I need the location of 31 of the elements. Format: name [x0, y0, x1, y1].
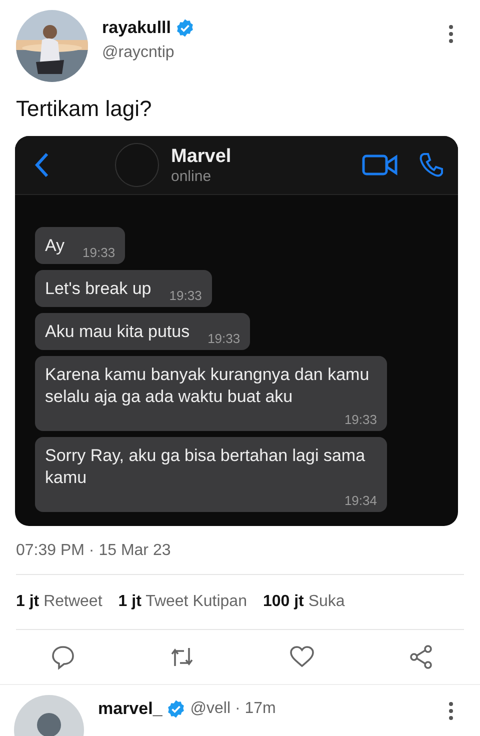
message-text: Let's break up [45, 278, 152, 300]
message-text: Karena kamu banyak kurangnya dan kamu selalu aja ga ada waktu buat aku [45, 364, 370, 408]
contact-status: online [171, 168, 212, 184]
tweet-text: Tertikam lagi? [15, 95, 153, 122]
stat-count[interactable]: 1 jt Tweet Kutipan [118, 593, 247, 611]
chat-screenshot[interactable]: Marvel online Ay 19:33 Let's break up 19:33 Aku mau kita putus 19:33 Karena kamu banyak kurangnya dan kamu selalu aja ga ada waktu buat aku 19:33 Sorry Ray, aku ga bisa bertahan lagi sama kamu 19:34 [15, 136, 458, 526]
heart-icon[interactable] [288, 644, 315, 670]
share-icon[interactable] [408, 644, 434, 670]
phone-icon [418, 152, 444, 178]
back-icon [33, 151, 51, 179]
message-time: 19:33 [343, 412, 377, 428]
video-camera-icon [362, 153, 398, 177]
stat-count[interactable]: 100 jt Suka [262, 593, 345, 611]
more-icon[interactable] [448, 24, 454, 44]
message-text: Ay [45, 235, 65, 257]
more-icon[interactable] [448, 701, 454, 721]
message-text: Sorry Ray, aku ga bisa bertahan lagi sama kamu [45, 445, 366, 489]
message-time: 19:33 [206, 331, 240, 347]
reply-icon[interactable] [50, 644, 76, 670]
message-time: 19:33 [168, 288, 202, 304]
message-text: Aku mau kita putus [45, 321, 190, 343]
reply-meta: @vell · 17m [190, 700, 276, 718]
reply-author-name[interactable]: marvel_ [98, 699, 162, 719]
contact-avatar [115, 143, 159, 187]
tweet-timestamp: 07:39 PM · 15 Mar 23 [15, 541, 172, 561]
message-time: 19:34 [343, 493, 377, 509]
author-handle[interactable]: @raycntip [102, 44, 434, 62]
author-name[interactable]: rayakulll [102, 18, 171, 38]
contact-name: Marvel [171, 146, 232, 168]
message-time: 19:33 [82, 245, 116, 261]
stat-count[interactable]: 1 jt Retweet [16, 593, 102, 611]
